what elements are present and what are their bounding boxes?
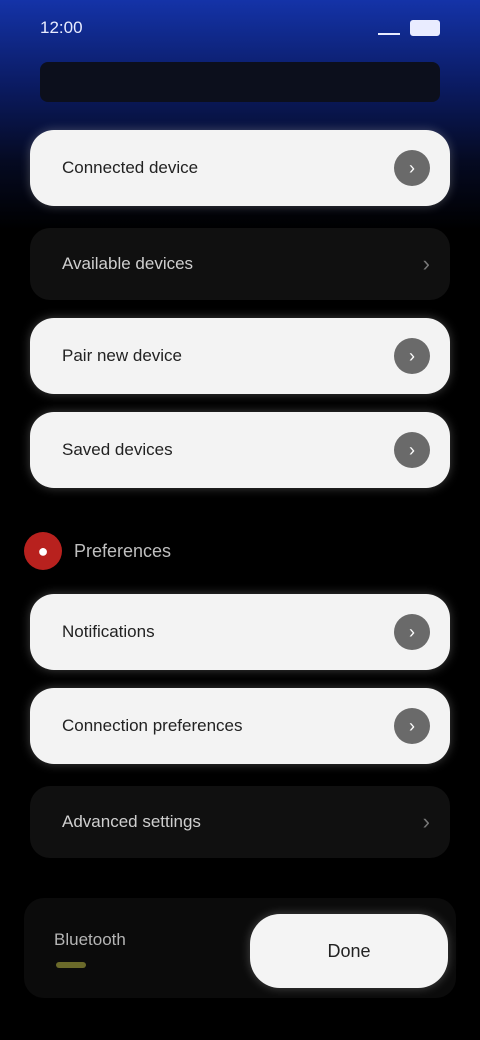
list-item-available-devices[interactable]: Available devices › (30, 228, 450, 300)
list-item-pair-new-device[interactable]: Pair new device › (30, 318, 450, 394)
list-item-label: Pair new device (62, 346, 183, 365)
footer-label: Bluetooth (54, 930, 126, 949)
chevron-right-icon: › (422, 251, 430, 276)
list-item-connected-device[interactable]: Connected device › (30, 130, 450, 206)
section-header: ● Preferences (24, 528, 171, 574)
chevron-right-icon: › (394, 432, 430, 468)
section-title: Preferences (74, 540, 172, 561)
chevron-right-icon: › (394, 708, 430, 744)
list-item-label: Notifications (62, 622, 155, 641)
list-item-saved-devices[interactable]: Saved devices › (30, 412, 450, 488)
list-item-connection-preferences[interactable]: Connection preferences › (30, 688, 450, 764)
list-item-label: Available devices (62, 254, 194, 273)
list-item-label: Connection preferences (62, 716, 243, 735)
status-icons (378, 20, 440, 36)
list-item-label: Advanced settings (62, 812, 201, 831)
chevron-right-icon: › (394, 338, 430, 374)
list-item-label: Saved devices (62, 440, 173, 459)
chevron-right-icon: › (394, 150, 430, 186)
list-item-label: Connected device (62, 158, 199, 177)
battery-icon (410, 20, 440, 36)
chevron-right-icon: › (394, 614, 430, 650)
list-item-advanced-settings[interactable]: Advanced settings › (30, 786, 450, 858)
list-item-notifications[interactable]: Notifications › (30, 594, 450, 670)
app-header (40, 62, 440, 102)
record-icon: ● (24, 532, 62, 570)
status-time: 12:00 (40, 18, 83, 37)
status-bar: 12:00 (0, 0, 480, 56)
footer-indicator (56, 962, 86, 968)
done-button[interactable]: Done (250, 914, 448, 988)
chevron-right-icon: › (422, 809, 430, 834)
signal-icon (378, 21, 400, 35)
